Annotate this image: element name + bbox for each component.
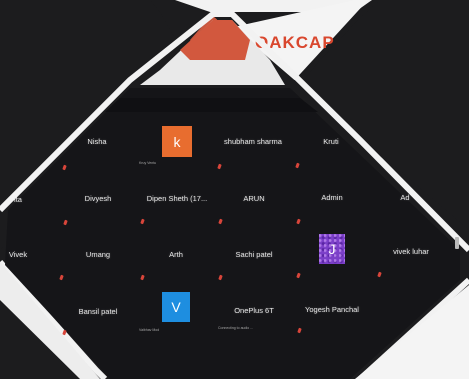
participant-name: Sachi patel (235, 250, 273, 259)
participant-avatar-k: k (162, 126, 192, 157)
mic-muted-icon (59, 274, 64, 281)
participant-name: OnePlus 6T (234, 306, 274, 315)
photo-stage: OAKCAP Nisha k Kruy Ventu shubham sharma… (0, 0, 469, 379)
participant-status: Connecting to audio ... (218, 326, 254, 330)
mic-muted-icon (140, 274, 145, 281)
participant-name: Ad (400, 193, 410, 202)
mic-muted-icon (217, 163, 222, 170)
mic-muted-icon (62, 164, 67, 171)
participant-name: Divyesh (84, 194, 112, 203)
mic-muted-icon (377, 271, 382, 278)
participant-name: Kruti (323, 137, 339, 146)
participant-name: shubham sharma (224, 137, 282, 146)
participant-name: Nisha (87, 137, 107, 146)
mic-muted-icon (140, 218, 145, 225)
participant-name: Bansil patel (78, 307, 118, 316)
mic-muted-icon (218, 274, 223, 281)
participant-name: Admin (321, 193, 343, 202)
mic-muted-icon (63, 219, 68, 226)
participant-name: ita (14, 195, 22, 204)
gallery-next-page-arrow[interactable] (455, 237, 459, 249)
participant-avatar-j: J (319, 234, 345, 264)
participant-name: Arth (169, 250, 183, 259)
participant-status: Kruy Ventu (139, 161, 157, 165)
participant-name: Dipen Sheth (17... (146, 194, 208, 203)
mic-muted-icon (62, 329, 67, 336)
mic-muted-icon (295, 162, 300, 169)
participant-name: Yogesh Panchal (305, 305, 359, 314)
mic-muted-icon (296, 218, 301, 225)
video-call-gallery: Nisha k Kruy Ventu shubham sharma Kruti … (0, 0, 469, 379)
participant-name: vivek luhar (393, 247, 429, 256)
participant-status: Vaibhav Mod (139, 328, 160, 332)
participant-name: ARUN (243, 194, 265, 203)
participant-name: Vivek (8, 250, 28, 259)
participant-avatar-v: V (162, 292, 190, 322)
mic-muted-icon (218, 218, 223, 225)
mic-muted-icon (297, 327, 302, 334)
participant-name: Umang (85, 250, 111, 259)
mic-muted-icon (296, 272, 301, 279)
